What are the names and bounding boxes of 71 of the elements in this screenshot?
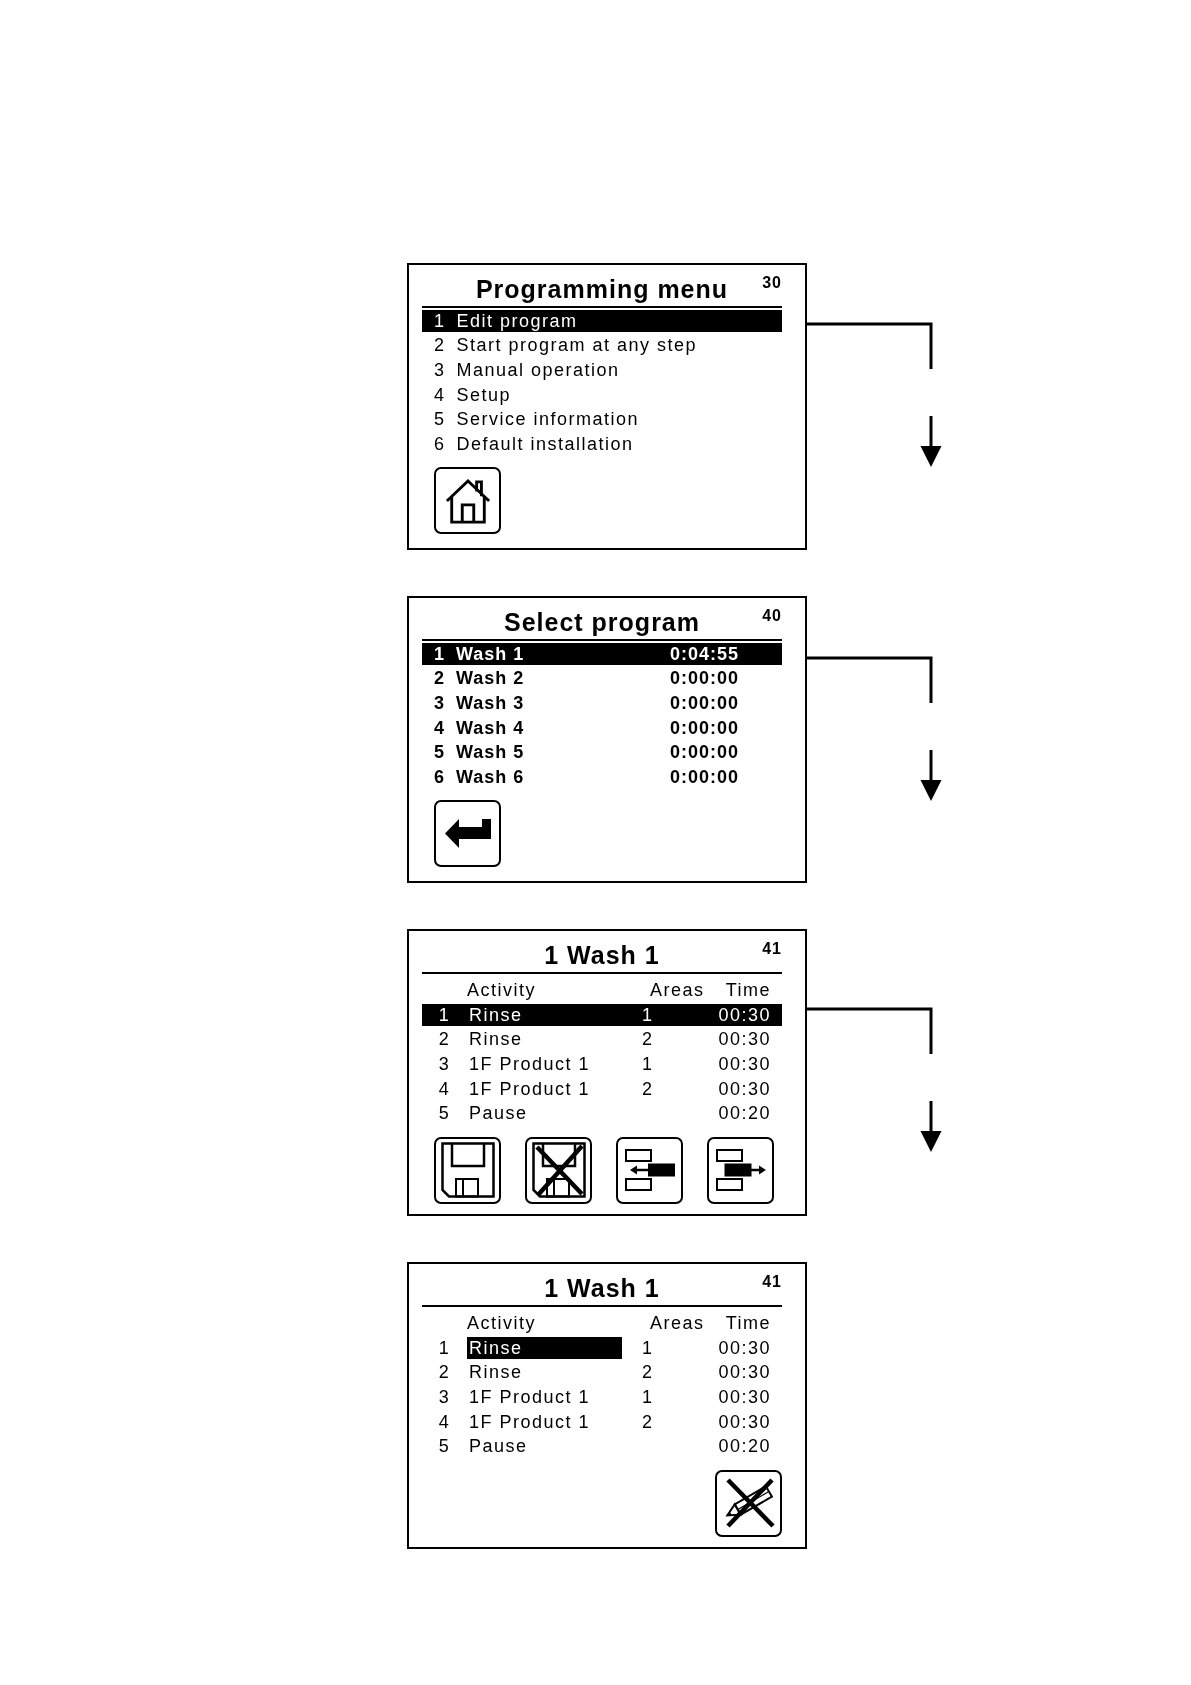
time-cell: 00:30 — [718, 1361, 771, 1384]
down-arrow — [920, 416, 942, 467]
column-header: Activity — [467, 1312, 536, 1334]
activity-cell[interactable]: 1F Product 1 — [467, 1410, 591, 1433]
time-cell: 00:30 — [718, 1053, 771, 1076]
activity-cell[interactable]: Rinse — [467, 1336, 622, 1359]
screen-number: 40 — [762, 607, 782, 625]
areas-cell: 1 — [642, 1336, 654, 1359]
column-header: Time — [725, 979, 771, 1001]
column-header: Areas — [650, 1312, 705, 1334]
activity-cell-text: Rinse — [468, 1028, 523, 1051]
areas-cell: 2 — [642, 1028, 654, 1051]
time-cell: 00:30 — [718, 1410, 771, 1433]
program-item[interactable]: 1 Wash 1 0:04:55 — [422, 642, 782, 665]
step-number: 3 — [438, 1053, 451, 1076]
delete-button[interactable] — [525, 1136, 592, 1204]
step-number: 4 — [438, 1077, 451, 1100]
areas-cell: 1 — [642, 1386, 654, 1409]
back-button[interactable] — [434, 800, 501, 868]
activity-cell[interactable]: 1F Product 1 — [467, 1386, 591, 1409]
time-cell: 00:30 — [718, 1003, 771, 1026]
time-cell: 00:20 — [718, 1435, 771, 1458]
step-number: 1 — [438, 1003, 451, 1026]
crossed-floppy-icon — [531, 1142, 586, 1199]
activity-cell-text: 1F Product 1 — [468, 1077, 591, 1100]
return-arrow-icon — [444, 819, 491, 849]
time-cell: 00:30 — [718, 1028, 771, 1051]
activity-cell-text: Pause — [468, 1102, 528, 1125]
areas-cell: 2 — [642, 1077, 654, 1100]
activity-cell-text: Rinse — [468, 1003, 523, 1026]
time-cell: 00:20 — [718, 1102, 771, 1125]
menu-item[interactable]: 1 Edit program — [422, 309, 782, 332]
column-header: Time — [725, 1312, 771, 1334]
step-number: 3 — [438, 1386, 451, 1409]
step-number: 4 — [438, 1410, 451, 1433]
crossed-pencil-icon — [722, 1478, 775, 1529]
areas-cell: 1 — [642, 1003, 654, 1026]
screen-title: Programming menu — [475, 274, 729, 304]
step-number: 2 — [438, 1028, 451, 1051]
activity-cell[interactable]: Pause — [467, 1435, 528, 1458]
activity-cell-text: 1F Product 1 — [468, 1053, 591, 1076]
screen-number: 41 — [762, 1273, 782, 1291]
blocks-left-arrow-icon — [624, 1149, 675, 1192]
step-number: 5 — [438, 1435, 451, 1458]
blocks-right-arrow-icon — [715, 1149, 766, 1192]
cancel-edit-button[interactable] — [715, 1469, 782, 1537]
areas-cell: 2 — [642, 1361, 654, 1384]
areas-cell: 1 — [642, 1053, 654, 1076]
home-icon — [444, 477, 491, 524]
screen-number: 41 — [762, 940, 782, 958]
step-number: 2 — [438, 1361, 451, 1384]
areas-cell: 2 — [642, 1410, 654, 1433]
step-number: 5 — [438, 1102, 451, 1125]
time-cell: 00:30 — [718, 1077, 771, 1100]
down-arrow — [920, 750, 942, 801]
step-row[interactable]: 1 Rinse 1 00:30 — [422, 1003, 782, 1026]
activity-cell[interactable]: Rinse — [467, 1361, 523, 1384]
screen-title: Select program — [504, 607, 700, 637]
screen-title: 1 Wash 1 — [544, 940, 660, 970]
home-button[interactable] — [434, 467, 501, 535]
column-header: Activity — [467, 979, 536, 1001]
time-cell: 00:30 — [718, 1386, 771, 1409]
step-number: 1 — [438, 1336, 451, 1359]
column-header: Areas — [650, 979, 705, 1001]
screen-title: 1 Wash 1 — [544, 1273, 660, 1303]
time-cell: 00:30 — [718, 1336, 771, 1359]
move-right-button[interactable] — [707, 1136, 774, 1204]
move-left-button[interactable] — [616, 1136, 683, 1204]
save-button[interactable] — [434, 1136, 501, 1204]
down-arrow — [920, 1101, 942, 1152]
screen-number: 30 — [762, 274, 782, 292]
